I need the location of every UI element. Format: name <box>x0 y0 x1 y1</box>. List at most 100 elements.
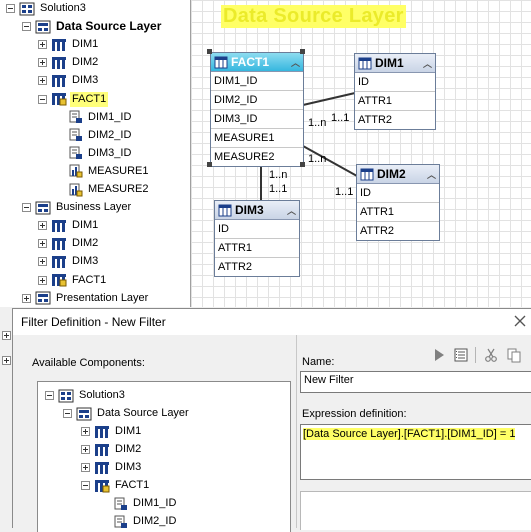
expand-icon[interactable] <box>38 275 47 285</box>
dim3-table-header[interactable]: DIM3 ︿ <box>215 201 299 220</box>
dialog-title-bar[interactable]: Filter Definition - New Filter <box>13 309 531 335</box>
filter-name-input[interactable]: New Filter <box>300 371 531 393</box>
tree-item-dim2[interactable]: DIM2 <box>81 441 143 458</box>
dim3-rows: ID ATTR1 ATTR2 <box>215 220 299 276</box>
collapse-icon[interactable]: ︿ <box>287 204 296 217</box>
table-column-row[interactable]: ID <box>357 184 439 202</box>
expand-icon[interactable] <box>81 427 90 436</box>
dim2-table-header[interactable]: DIM2 ︿ <box>357 165 439 184</box>
tree-item-dim1[interactable]: DIM1 <box>81 423 143 440</box>
tree-item-label: FACT1 <box>115 479 150 491</box>
table-column-row[interactable]: DIM1_ID <box>211 72 303 90</box>
tree-item-solution3[interactable]: Solution3 <box>45 387 127 404</box>
resize-handle[interactable] <box>207 49 212 54</box>
tree-item-label: Solution3 <box>40 2 86 14</box>
expand-icon[interactable] <box>38 239 47 249</box>
expand-icon[interactable] <box>38 221 47 231</box>
collapse-icon[interactable] <box>6 4 15 13</box>
tree-item-presentation-layer[interactable]: Presentation Layer <box>22 290 150 307</box>
expand-icon[interactable] <box>22 293 31 303</box>
expression-definition-textarea[interactable]: [Data Source Layer].[FACT1].[DIM1_ID] = … <box>300 424 531 480</box>
tree-item-measure1[interactable]: MEASURE1 <box>54 163 151 180</box>
copy-icon[interactable] <box>506 347 522 363</box>
tree-item-label: DIM3_ID <box>88 146 132 159</box>
available-components-tree[interactable]: Solution3 Data Source Layer DIM1 DIM2 DIM3 FA… <box>37 381 291 532</box>
tree-item-data-source-layer[interactable]: Data Source Layer <box>22 18 163 35</box>
fact1-table-header[interactable]: FACT1 ︿ <box>211 53 303 72</box>
expand-icon[interactable] <box>38 257 47 267</box>
collapse-icon[interactable] <box>45 391 54 400</box>
collapse-icon[interactable] <box>81 481 90 490</box>
cut-icon[interactable] <box>483 347 499 363</box>
tree-item-dim2[interactable]: DIM2 <box>38 235 100 252</box>
layer-icon <box>76 407 92 420</box>
expander-icon[interactable] <box>2 331 11 340</box>
table-column-row[interactable]: ATTR2 <box>355 110 435 129</box>
tree-item-solution3[interactable]: Solution3 <box>6 0 88 17</box>
fact-table-icon <box>214 56 228 69</box>
table-column-row[interactable]: ATTR1 <box>355 91 435 110</box>
table-column-row[interactable]: ATTR2 <box>357 221 439 240</box>
key-column-icon <box>114 497 127 510</box>
tree-item-dim3[interactable]: DIM3 <box>81 459 143 476</box>
table-column-row[interactable]: DIM3_ID <box>211 109 303 128</box>
tree-item-fact1[interactable]: FACT1 <box>81 477 151 494</box>
collapse-icon[interactable] <box>22 203 31 213</box>
relation-fact1-dim1[interactable] <box>302 92 356 106</box>
tree-item-dim1-id[interactable]: DIM1_ID <box>99 495 178 512</box>
dimension-table-icon <box>218 204 232 217</box>
collapse-icon[interactable] <box>63 409 72 418</box>
dim1-table[interactable]: DIM1 ︿ ID ATTR1 ATTR2 <box>354 53 436 130</box>
table-column-row[interactable]: ATTR1 <box>215 238 299 257</box>
tree-item-fact1[interactable]: FACT1 <box>38 272 108 289</box>
tree-item-dim1[interactable]: DIM1 <box>38 36 100 53</box>
expand-icon[interactable] <box>81 445 90 454</box>
tree-item-dim2[interactable]: DIM2 <box>38 54 100 71</box>
resize-handle[interactable] <box>207 162 212 167</box>
resize-handle[interactable] <box>300 49 305 54</box>
tree-item-dim1[interactable]: DIM1 <box>38 217 100 234</box>
diagram-canvas[interactable]: Data Source Layer FACT1 ︿ DIM1_ID DIM2_ID… <box>191 0 531 307</box>
tree-item-dim3[interactable]: DIM3 <box>38 72 100 89</box>
list-icon[interactable] <box>453 347 469 363</box>
fact1-table[interactable]: FACT1 ︿ DIM1_ID DIM2_ID DIM3_ID MEASURE1 MEA… <box>210 52 304 167</box>
expand-icon[interactable] <box>38 76 47 86</box>
tree-item-fact1[interactable]: FACT1 <box>38 91 109 108</box>
tree-item-dim3-id[interactable]: DIM3_ID <box>54 145 133 162</box>
dim1-table-header[interactable]: DIM1 ︿ <box>355 54 435 73</box>
expand-icon[interactable] <box>38 40 47 50</box>
table-column-row[interactable]: DIM2_ID <box>211 90 303 109</box>
solution-tree[interactable]: Solution3 Data Source Layer DIM1 DIM2 DIM3 FA… <box>0 0 191 307</box>
tree-item-data-source-layer[interactable]: Data Source Layer <box>63 405 191 422</box>
play-icon[interactable] <box>431 347 447 363</box>
collapse-icon[interactable]: ︿ <box>427 168 436 181</box>
collapse-icon[interactable] <box>38 94 47 104</box>
table-column-row[interactable]: ATTR2 <box>215 257 299 276</box>
expand-icon[interactable] <box>81 463 90 472</box>
tree-item-label: DIM2 <box>115 443 142 455</box>
expand-icon[interactable] <box>38 58 47 68</box>
tree-item-dim2-id[interactable]: DIM2_ID <box>99 513 178 530</box>
close-icon[interactable] <box>514 315 526 327</box>
table-column-row[interactable]: MEASURE1 <box>211 128 303 147</box>
tree-item-dim1-id[interactable]: DIM1_ID <box>54 109 133 126</box>
cardinality-label: 1..1 <box>331 112 350 124</box>
dim2-table[interactable]: DIM2 ︿ ID ATTR1 ATTR2 <box>356 164 440 241</box>
tree-item-label: DIM3 <box>72 74 99 87</box>
dim3-table[interactable]: DIM3 ︿ ID ATTR1 ATTR2 <box>214 200 300 277</box>
tree-item-dim2-id[interactable]: DIM2_ID <box>54 127 133 144</box>
tree-item-label: Data Source Layer <box>97 407 189 419</box>
collapse-icon[interactable]: ︿ <box>423 57 432 70</box>
tree-item-dim3[interactable]: DIM3 <box>38 253 100 270</box>
table-column-row[interactable]: ID <box>215 220 299 238</box>
collapse-icon[interactable]: ︿ <box>291 56 300 69</box>
resize-handle[interactable] <box>300 162 305 167</box>
collapse-icon[interactable] <box>22 22 31 32</box>
expander-icon[interactable] <box>2 356 11 365</box>
table-column-row[interactable]: ATTR1 <box>357 202 439 221</box>
filter-definition-dialog[interactable]: Filter Definition - New Filter Available… <box>12 308 531 532</box>
tree-item-business-layer[interactable]: Business Layer <box>22 199 133 216</box>
tree-item-measure2[interactable]: MEASURE2 <box>54 181 151 198</box>
table-column-row[interactable]: MEASURE2 <box>211 147 303 166</box>
table-column-row[interactable]: ID <box>355 73 435 91</box>
